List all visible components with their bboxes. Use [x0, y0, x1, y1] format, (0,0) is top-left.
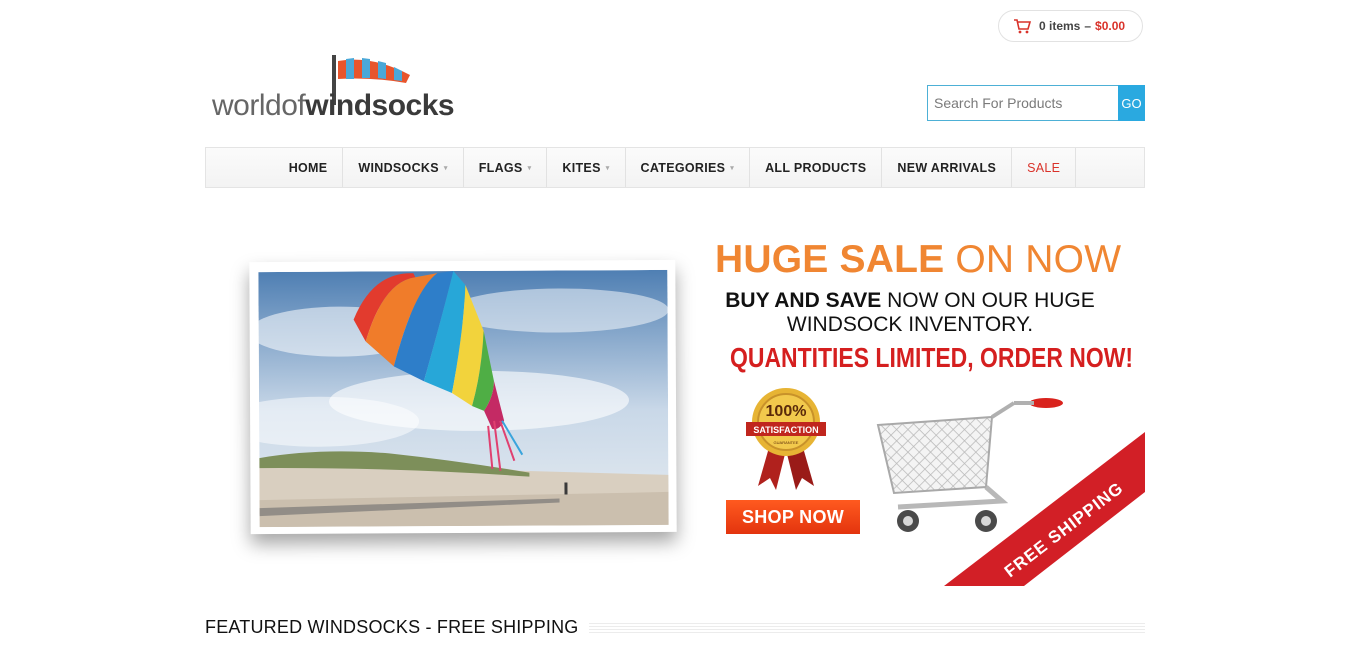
nav-item-windsocks[interactable]: WINDSOCKS ▾ — [343, 148, 464, 187]
nav-item-all-products[interactable]: ALL PRODUCTS — [750, 148, 883, 187]
nav-item-sale[interactable]: SALE — [1012, 148, 1077, 187]
shop-now-button[interactable]: SHOP NOW — [726, 500, 860, 534]
promo-title: HUGE SALE ON NOW — [715, 238, 1122, 281]
chevron-down-icon: ▾ — [605, 164, 610, 172]
chevron-down-icon: ▾ — [730, 164, 735, 172]
promo-line-1: BUY AND SAVE NOW ON OUR HUGE — [725, 289, 1095, 312]
featured-section-header: FEATURED WINDSOCKS - FREE SHIPPING — [205, 615, 1145, 639]
section-divider — [588, 621, 1145, 633]
photo-frame — [249, 259, 677, 535]
nav-item-flags[interactable]: FLAGS ▾ — [464, 148, 548, 187]
nav-item-new-arrivals[interactable]: NEW ARRIVALS — [882, 148, 1013, 187]
search-form: GO — [927, 85, 1145, 121]
shopping-cart-icon — [1014, 19, 1031, 34]
site-logo[interactable]: worldofwindsocks — [212, 53, 462, 125]
seal-sub-text: GUARANTEE — [774, 440, 799, 445]
search-input[interactable] — [927, 85, 1118, 121]
logo-wordmark: worldofwindsocks — [212, 89, 455, 122]
seal-ribbon-text: SATISFACTION — [753, 425, 818, 435]
section-title: FEATURED WINDSOCKS - FREE SHIPPING — [205, 616, 579, 637]
promo-line-2: WINDSOCK INVENTORY. — [786, 313, 1034, 336]
cart-total: $0.00 — [1095, 19, 1126, 33]
chevron-down-icon: ▾ — [443, 164, 448, 172]
promo-limited: QUANTITIES LIMITED, ORDER NOW! — [730, 342, 1134, 373]
cart-separator: – — [1084, 19, 1092, 33]
windsock-beach-photo — [258, 269, 669, 528]
nav-item-categories[interactable]: CATEGORIES ▾ — [626, 148, 751, 187]
nav-item-home[interactable]: HOME — [274, 148, 344, 187]
nav-item-kites[interactable]: KITES ▾ — [547, 148, 626, 187]
cart-items-count: 0 items — [1039, 19, 1081, 33]
free-shipping-ribbon: FREE SHIPPING — [944, 432, 1145, 586]
chevron-down-icon: ▾ — [527, 164, 532, 172]
main-nav: HOME WINDSOCKS ▾ FLAGS ▾ KITES ▾ CATEGORIES… — [205, 147, 1145, 188]
search-go-button[interactable]: GO — [1118, 85, 1145, 121]
hero-photo[interactable] — [236, 253, 698, 553]
seal-percent: 100% — [766, 403, 807, 420]
satisfaction-guarantee-seal: 100% SATISFACTION GUARANTEE — [746, 388, 826, 490]
cart-summary[interactable]: 0 items – $0.00 — [998, 10, 1143, 42]
